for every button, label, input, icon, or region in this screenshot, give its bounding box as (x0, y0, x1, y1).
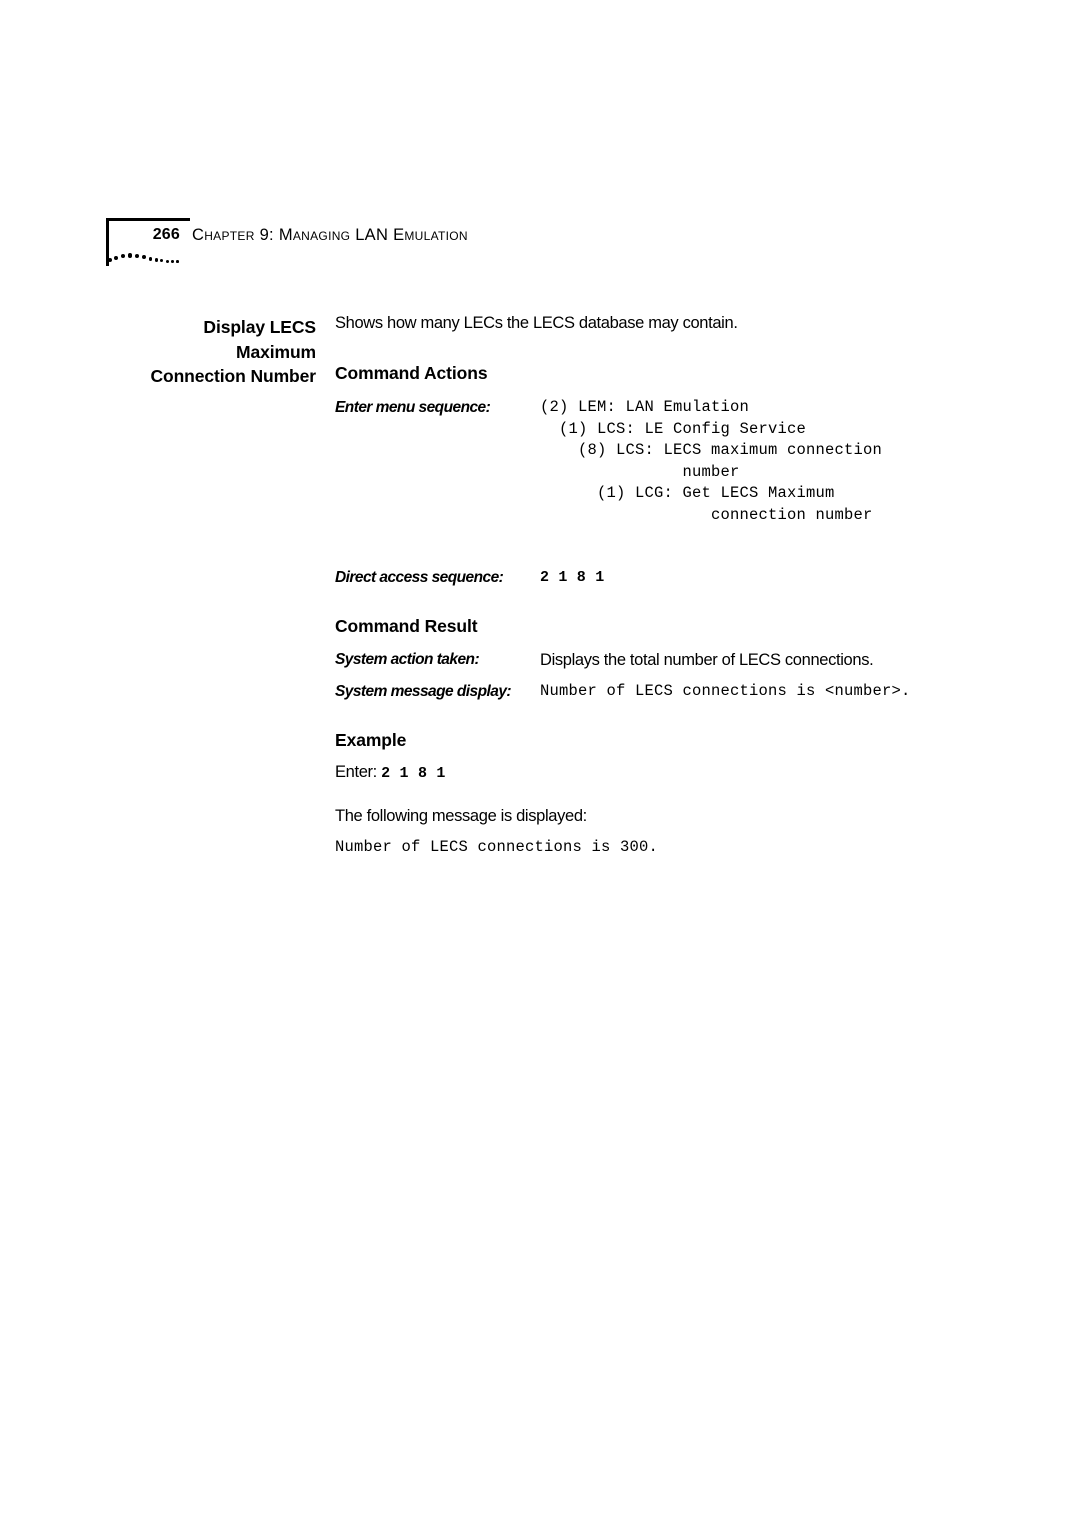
command-actions-heading: Command Actions (335, 363, 488, 383)
system-message-display-label: System message display: (335, 683, 512, 700)
side-heading-line-3: Connection Number (150, 366, 316, 386)
chapter-title: Chapter 9: Managing LAN Emulation (192, 226, 468, 244)
example-enter-value: 2 1 8 1 (381, 765, 446, 782)
document-page: 266 Chapter 9: Managing LAN Emulation Di… (0, 0, 1080, 1528)
system-action-taken-row: System action taken: Displays the total … (335, 649, 995, 671)
example-enter-line: Enter: 2 1 8 1 (335, 761, 995, 785)
command-result-heading: Command Result (335, 616, 478, 636)
example-output-line: Number of LECS connections is 300. (335, 838, 659, 856)
example-enter-label: Enter: (335, 763, 377, 781)
intro-paragraph: Shows how many LECs the LECS database ma… (335, 314, 738, 332)
following-message-text: The following message is displayed: (335, 807, 587, 825)
decorative-dots-icon (108, 250, 188, 268)
system-action-taken-value: Displays the total number of LECS connec… (540, 651, 874, 669)
system-message-display-value: Number of LECS connections is <number>. (540, 682, 911, 700)
header-top-rule (106, 218, 190, 221)
section-side-heading: Display LECS Maximum Connection Number (110, 315, 316, 389)
direct-access-sequence-row: Direct access sequence: 2 1 8 1 (335, 567, 995, 589)
example-heading: Example (335, 730, 407, 750)
side-heading-line-1: Display LECS (203, 317, 316, 337)
system-action-taken-label: System action taken: (335, 651, 480, 668)
direct-access-sequence-label: Direct access sequence: (335, 569, 504, 586)
side-heading-line-2: Maximum (235, 341, 316, 362)
running-header: 266 Chapter 9: Managing LAN Emulation (106, 218, 966, 278)
page-number: 266 (152, 226, 180, 243)
direct-access-sequence-value: 2 1 8 1 (540, 569, 605, 586)
main-content-column: Shows how many LECs the LECS database ma… (335, 312, 995, 858)
enter-menu-sequence-row: Enter menu sequence: (2) LEM: LAN Emulat… (335, 397, 995, 526)
menu-sequence-value: (2) LEM: LAN Emulation (1) LCS: LE Confi… (540, 398, 883, 524)
system-message-display-row: System message display: Number of LECS c… (335, 681, 995, 703)
enter-menu-sequence-label: Enter menu sequence: (335, 399, 491, 416)
